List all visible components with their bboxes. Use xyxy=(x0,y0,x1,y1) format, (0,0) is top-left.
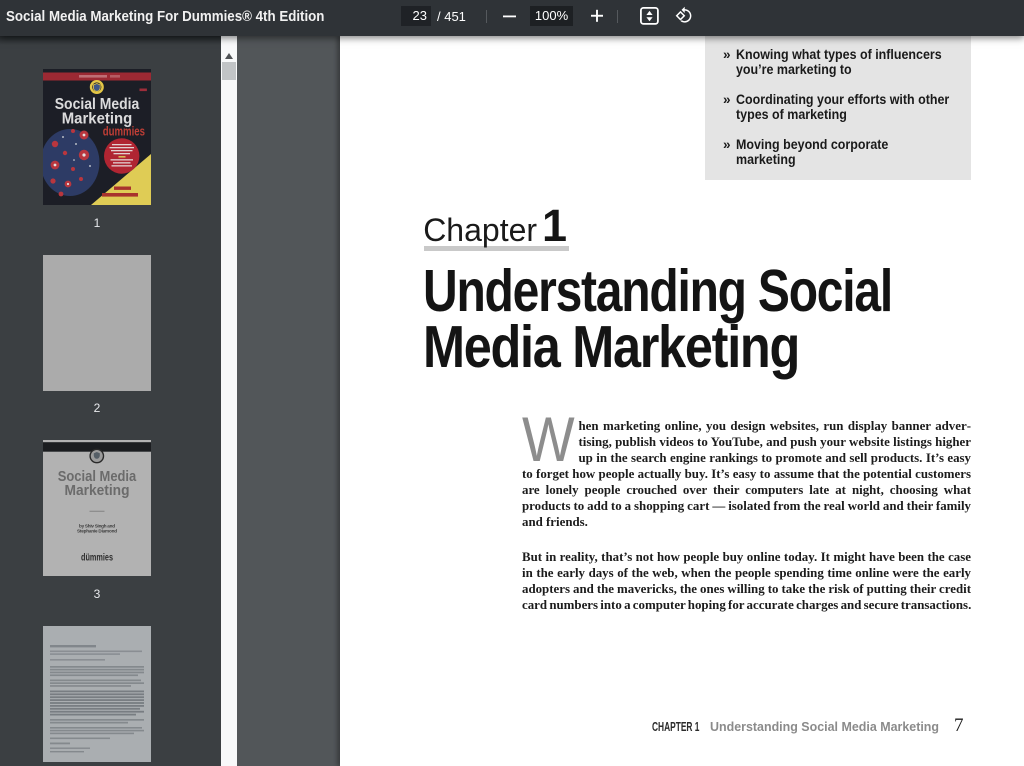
svg-text:Marketing: Marketing xyxy=(65,483,130,499)
svg-text:dümmies: dümmies xyxy=(81,553,113,564)
svg-text:Stephanie Diamond: Stephanie Diamond xyxy=(77,529,117,534)
svg-text:dummies: dummies xyxy=(103,124,145,138)
